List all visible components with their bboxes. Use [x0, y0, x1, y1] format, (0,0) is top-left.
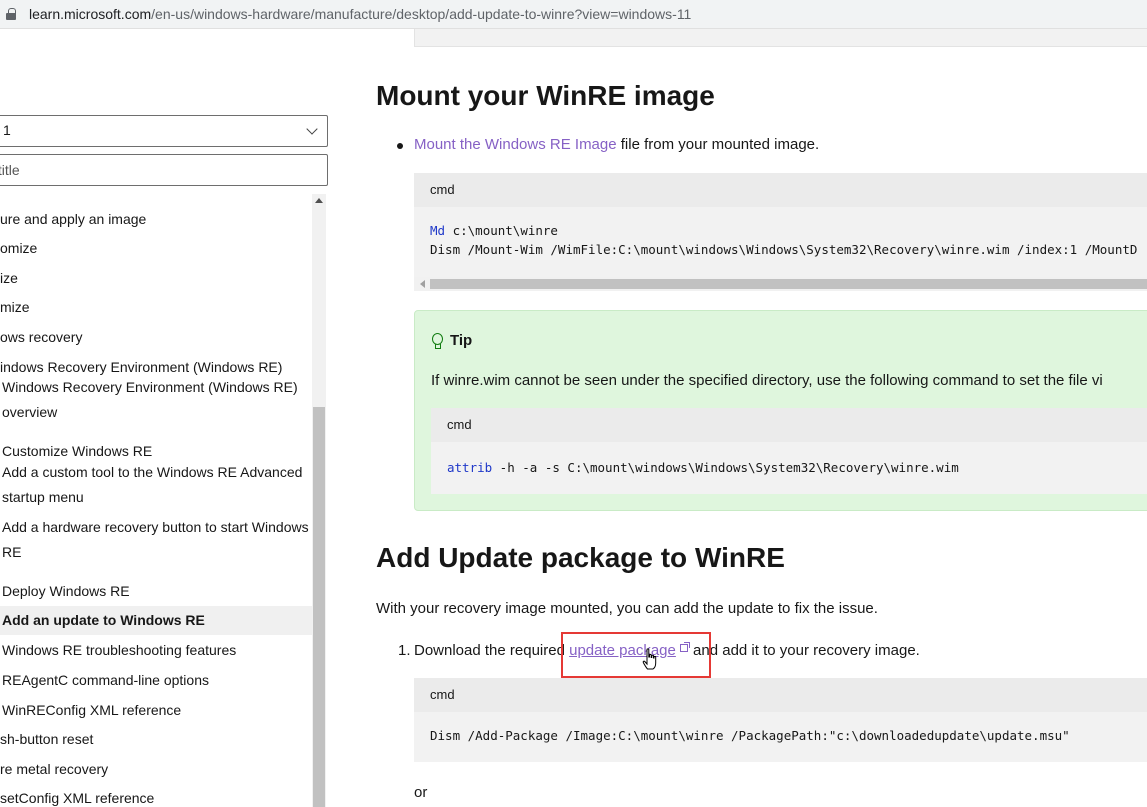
toc-item[interactable]: ows recovery	[0, 328, 312, 346]
heading-mount-winre: Mount your WinRE image	[376, 80, 715, 111]
url-text[interactable]: learn.microsoft.com/en-us/windows-hardwa…	[29, 6, 691, 22]
step-text-after: and add it to your recovery image.	[688, 642, 920, 659]
toc-item-active[interactable]: Add an update to Windows RE	[0, 606, 312, 635]
hand-cursor-icon	[642, 648, 657, 670]
version-select[interactable]: 1	[0, 115, 328, 147]
scroll-left-arrow-icon[interactable]	[420, 280, 425, 288]
code-line: c:\mount\winre	[445, 223, 558, 238]
highlight-box	[561, 632, 711, 678]
code-header: cmd	[414, 173, 1147, 207]
bullet-paragraph: Mount the Windows RE Image file from you…	[414, 136, 819, 153]
code-block-attrib[interactable]: attrib -h -a -s C:\mount\windows\Windows…	[431, 442, 1147, 494]
chevron-down-icon	[306, 123, 318, 135]
bullet-text: file from your mounted image.	[616, 136, 820, 153]
article-content: Mount your WinRE image Mount the Windows…	[330, 29, 1147, 807]
code-line: Dism /Add-Package /Image:C:\mount\winre …	[430, 728, 1070, 743]
address-bar[interactable]: learn.microsoft.com/en-us/windows-hardwa…	[0, 0, 1147, 29]
version-select-value: 1	[3, 122, 11, 138]
toc-item[interactable]: omize	[0, 239, 312, 257]
filter-placeholder: y title	[0, 162, 20, 178]
bullet-icon	[397, 143, 403, 149]
table-of-contents: ure and apply an image omize ize mize ow…	[0, 194, 312, 807]
toc-item[interactable]: Add a hardware recovery button to start …	[2, 515, 312, 565]
url-host: learn.microsoft.com	[29, 6, 152, 22]
tip-title: Tip	[450, 332, 473, 349]
step-number: 1.	[398, 642, 411, 659]
lightbulb-icon	[432, 333, 443, 349]
code-block-add-package[interactable]: Dism /Add-Package /Image:C:\mount\winre …	[414, 712, 1147, 762]
tip-code-header: cmd	[431, 408, 1147, 442]
toc-item[interactable]: indows Recovery Environment (Windows RE)	[0, 358, 312, 376]
intro-paragraph: With your recovery image mounted, you ca…	[376, 600, 878, 617]
toc-item[interactable]: WinREConfig XML reference	[2, 701, 312, 719]
heading-add-update: Add Update package to WinRE	[376, 542, 785, 573]
toc-item[interactable]: mize	[0, 298, 312, 316]
code-block-end	[414, 29, 1147, 47]
code-header: cmd	[414, 678, 1147, 712]
toc-scrollbar-thumb[interactable]	[313, 407, 325, 807]
left-nav: 1 y title ure and apply an image omize i…	[0, 29, 330, 807]
code-language-label: cmd	[430, 687, 455, 702]
code-scrollbar-thumb[interactable]	[430, 279, 1147, 289]
toc-item[interactable]: Windows Recovery Environment (Windows RE…	[2, 375, 302, 425]
toc-item[interactable]: Windows RE troubleshooting features	[2, 641, 312, 659]
code-keyword: Md	[430, 223, 446, 238]
code-block-mount[interactable]: Md c:\mount\winre Dism /Mount-Wim /WimFi…	[414, 207, 1147, 277]
mount-windows-re-image-link[interactable]: Mount the Windows RE Image	[414, 136, 617, 153]
toc-item[interactable]: sh-button reset	[0, 730, 312, 748]
toc-item[interactable]: setConfig XML reference	[0, 789, 312, 807]
code-language-label: cmd	[447, 417, 472, 432]
toc-item[interactable]: REAgentC command-line options	[2, 671, 312, 689]
or-text: or	[414, 784, 428, 801]
toc-item[interactable]: ize	[0, 269, 312, 287]
tip-text: If winre.wim cannot be seen under the sp…	[431, 372, 1103, 389]
toc-item-clipped	[0, 194, 312, 196]
toc-item[interactable]: re metal recovery	[0, 760, 312, 778]
filter-by-title-input[interactable]: y title	[0, 154, 328, 186]
lock-icon[interactable]	[6, 8, 16, 20]
step-text-before: Download the required	[414, 642, 570, 659]
code-line: Dism /Mount-Wim /WimFile:C:\mount\window…	[430, 242, 1138, 257]
code-keyword: attrib	[447, 460, 493, 475]
code-line: -h -a -s C:\mount\windows\Windows\System…	[492, 460, 959, 475]
toc-item[interactable]: Deploy Windows RE	[2, 582, 312, 600]
scroll-up-arrow-icon[interactable]	[315, 198, 323, 203]
toc-item[interactable]: Customize Windows RE	[2, 442, 312, 460]
toc-item[interactable]: Add a custom tool to the Windows RE Adva…	[2, 460, 307, 510]
toc-item[interactable]: ure and apply an image	[0, 210, 312, 228]
url-path: /en-us/windows-hardware/manufacture/desk…	[151, 6, 692, 22]
code-language-label: cmd	[430, 182, 455, 197]
